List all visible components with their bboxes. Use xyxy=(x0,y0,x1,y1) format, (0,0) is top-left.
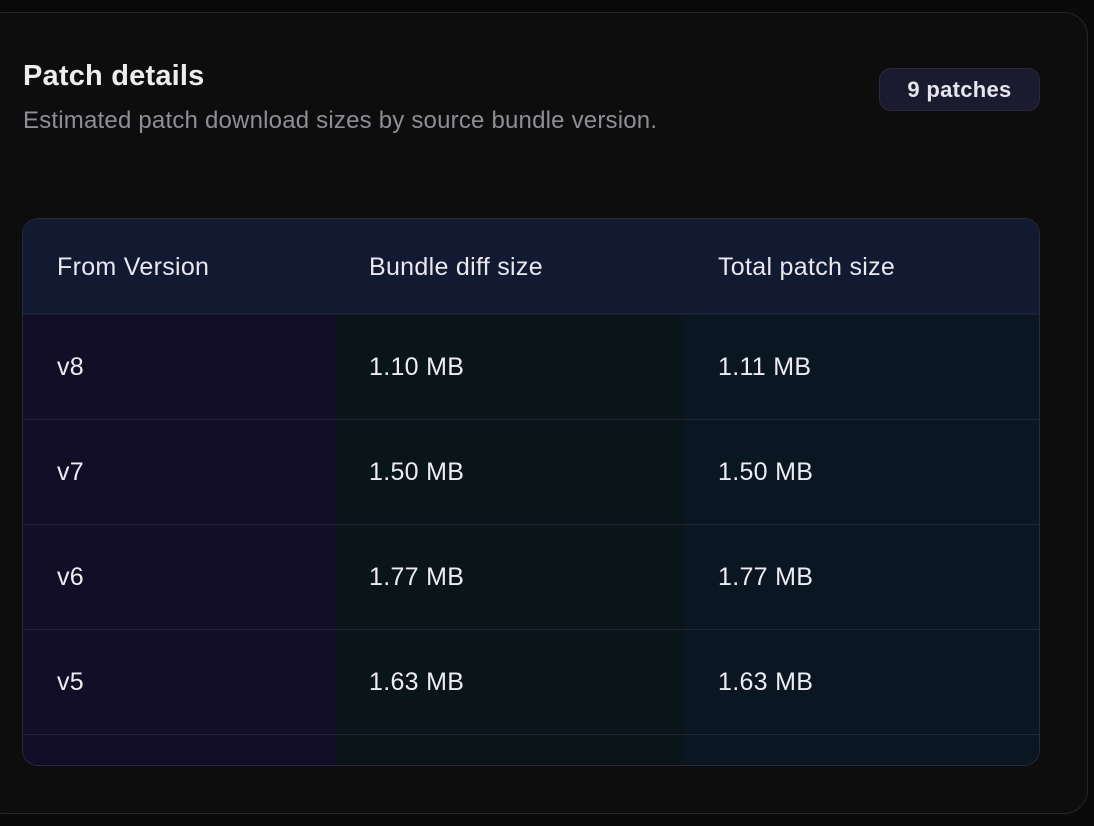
column-header-total-patch-size: Total patch size xyxy=(718,252,896,281)
table-row: v5 1.63 MB 1.63 MB xyxy=(23,630,1039,735)
patch-table[interactable]: From Version Bundle diff size Total patc… xyxy=(22,218,1040,766)
from-version-cell: v7 xyxy=(57,457,85,486)
section-title: Patch details xyxy=(23,60,205,92)
table-header: From Version Bundle diff size Total patc… xyxy=(23,219,1039,315)
total-patch-size-cell: 1.11 MB xyxy=(718,352,812,381)
bundle-diff-size-cell: 1.50 MB xyxy=(369,457,465,486)
patch-count-badge: 9 patches xyxy=(879,68,1040,111)
total-patch-size-cell: 1.63 MB xyxy=(718,667,814,696)
total-patch-size-cell: 1.50 MB xyxy=(718,457,814,486)
column-header-from-version: From Version xyxy=(57,252,210,281)
total-patch-size-cell: 1.77 MB xyxy=(718,562,814,591)
table-row: v7 1.50 MB 1.50 MB xyxy=(23,420,1039,525)
from-version-cell: v8 xyxy=(57,352,85,381)
table-row: v6 1.77 MB 1.77 MB xyxy=(23,525,1039,630)
section-subtitle: Estimated patch download sizes by source… xyxy=(23,107,658,134)
bundle-diff-size-cell: 1.77 MB xyxy=(369,562,465,591)
column-header-bundle-diff-size: Bundle diff size xyxy=(369,252,543,281)
from-version-cell: v6 xyxy=(57,562,85,591)
table-row: v8 1.10 MB 1.11 MB xyxy=(23,315,1039,420)
bundle-diff-size-cell: 1.10 MB xyxy=(369,352,465,381)
from-version-cell: v5 xyxy=(57,667,85,696)
bundle-diff-size-cell: 1.63 MB xyxy=(369,667,465,696)
